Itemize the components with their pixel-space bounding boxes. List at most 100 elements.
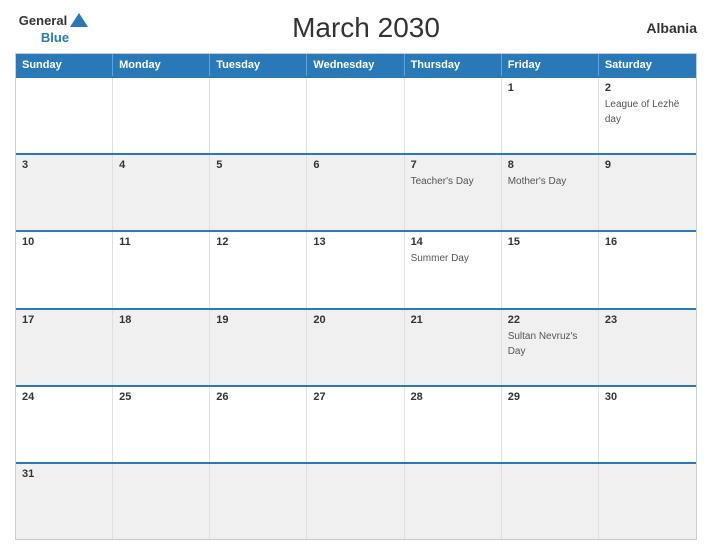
calendar-cell: 23 [599, 310, 696, 385]
calendar-cell: 2 League of Lezhë day [599, 78, 696, 153]
calendar-cell [113, 78, 210, 153]
weekday-header: Thursday [405, 54, 502, 76]
day-number: 28 [411, 391, 495, 403]
calendar-week: 17 18 19 20 21 22 Sultan Nevruz's Day 23 [16, 308, 696, 385]
calendar-cell: 6 [307, 155, 404, 230]
calendar-cell: 21 [405, 310, 502, 385]
calendar-cell: 25 [113, 387, 210, 462]
weekday-header: Wednesday [307, 54, 404, 76]
weekday-header: Saturday [599, 54, 696, 76]
day-number: 10 [22, 236, 106, 248]
day-number: 1 [508, 82, 592, 94]
calendar-cell: 4 [113, 155, 210, 230]
calendar-week: 1 2 League of Lezhë day [16, 76, 696, 153]
day-number: 8 [508, 159, 592, 171]
calendar: SundayMondayTuesdayWednesdayThursdayFrid… [15, 53, 697, 540]
day-number: 27 [313, 391, 397, 403]
weekday-header: Friday [502, 54, 599, 76]
header: General Blue March 2030 Albania [15, 10, 697, 45]
calendar-cell: 31 [16, 464, 113, 539]
calendar-cell: 24 [16, 387, 113, 462]
calendar-header: SundayMondayTuesdayWednesdayThursdayFrid… [16, 54, 696, 76]
calendar-cell: 28 [405, 387, 502, 462]
weekday-header: Tuesday [210, 54, 307, 76]
day-number: 3 [22, 159, 106, 171]
calendar-cell [113, 464, 210, 539]
calendar-cell [307, 78, 404, 153]
calendar-cell [16, 78, 113, 153]
holiday-label: Summer Day [411, 253, 469, 264]
calendar-body: 12League of Lezhë day34567Teacher's Day8… [16, 76, 696, 539]
day-number: 5 [216, 159, 300, 171]
holiday-label: Teacher's Day [411, 176, 474, 187]
calendar-cell: 9 [599, 155, 696, 230]
day-number: 18 [119, 314, 203, 326]
calendar-cell: 1 [502, 78, 599, 153]
country-label: Albania [637, 20, 697, 36]
day-number: 15 [508, 236, 592, 248]
page: General Blue March 2030 Albania SundayMo… [0, 0, 712, 550]
calendar-cell [405, 464, 502, 539]
calendar-cell: 29 [502, 387, 599, 462]
calendar-cell: 19 [210, 310, 307, 385]
calendar-cell [210, 78, 307, 153]
day-number: 6 [313, 159, 397, 171]
calendar-cell: 8 Mother's Day [502, 155, 599, 230]
day-number: 22 [508, 314, 592, 326]
calendar-cell: 16 [599, 232, 696, 307]
calendar-week: 3 4 5 6 7 Teacher's Day 8 Mother's Day 9 [16, 153, 696, 230]
calendar-week: 10 11 12 13 14 Summer Day 15 16 [16, 230, 696, 307]
day-number: 23 [605, 314, 690, 326]
day-number: 11 [119, 236, 203, 248]
calendar-cell: 26 [210, 387, 307, 462]
calendar-cell [210, 464, 307, 539]
day-number: 31 [22, 468, 106, 480]
calendar-cell: 20 [307, 310, 404, 385]
calendar-week: 24 25 26 27 28 29 30 [16, 385, 696, 462]
day-number: 12 [216, 236, 300, 248]
calendar-cell: 14 Summer Day [405, 232, 502, 307]
calendar-cell: 17 [16, 310, 113, 385]
day-number: 7 [411, 159, 495, 171]
day-number: 14 [411, 236, 495, 248]
day-number: 13 [313, 236, 397, 248]
calendar-cell: 18 [113, 310, 210, 385]
calendar-cell: 5 [210, 155, 307, 230]
calendar-week: 31 [16, 462, 696, 539]
logo-blue-text: Blue [41, 30, 69, 45]
day-number: 19 [216, 314, 300, 326]
calendar-cell [405, 78, 502, 153]
day-number: 21 [411, 314, 495, 326]
logo-general-text: General [19, 13, 67, 28]
day-number: 25 [119, 391, 203, 403]
holiday-label: Mother's Day [508, 176, 567, 187]
day-number: 9 [605, 159, 690, 171]
calendar-cell: 30 [599, 387, 696, 462]
calendar-cell [502, 464, 599, 539]
calendar-cell: 22 Sultan Nevruz's Day [502, 310, 599, 385]
page-title: March 2030 [95, 12, 637, 44]
day-number: 17 [22, 314, 106, 326]
holiday-label: League of Lezhë day [605, 99, 680, 125]
day-number: 20 [313, 314, 397, 326]
weekday-header: Sunday [16, 54, 113, 76]
day-number: 4 [119, 159, 203, 171]
holiday-label: Sultan Nevruz's Day [508, 331, 578, 357]
calendar-cell [599, 464, 696, 539]
day-number: 26 [216, 391, 300, 403]
calendar-cell [307, 464, 404, 539]
calendar-cell: 10 [16, 232, 113, 307]
calendar-cell: 7 Teacher's Day [405, 155, 502, 230]
weekday-header: Monday [113, 54, 210, 76]
day-number: 2 [605, 82, 690, 94]
day-number: 16 [605, 236, 690, 248]
calendar-cell: 15 [502, 232, 599, 307]
calendar-cell: 13 [307, 232, 404, 307]
logo: General Blue [15, 10, 95, 45]
calendar-cell: 12 [210, 232, 307, 307]
day-number: 30 [605, 391, 690, 403]
calendar-cell: 27 [307, 387, 404, 462]
day-number: 29 [508, 391, 592, 403]
logo-triangle [69, 10, 89, 30]
calendar-cell: 11 [113, 232, 210, 307]
